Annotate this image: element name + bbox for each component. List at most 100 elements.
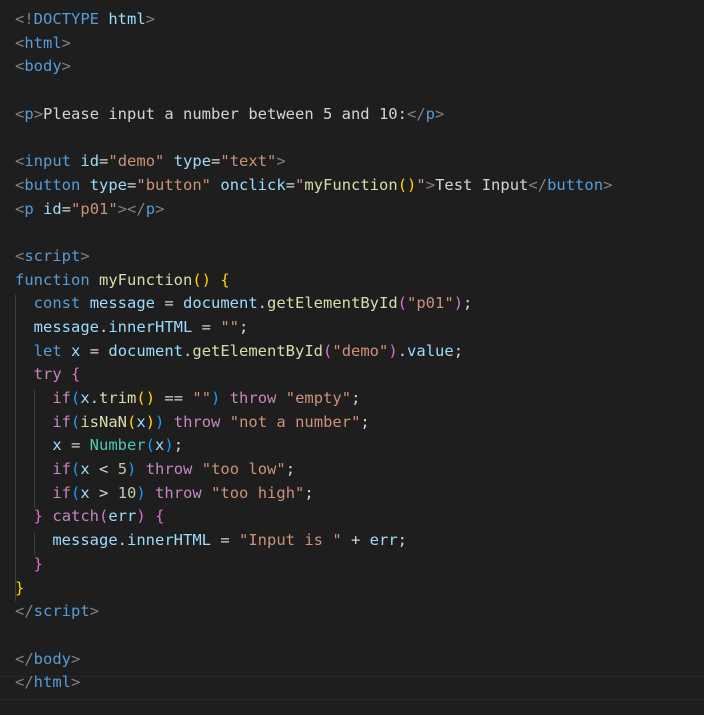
code-token: ": [416, 175, 426, 194]
code-token: </: [15, 649, 34, 668]
code-token: <: [15, 152, 25, 171]
code-token: throw: [229, 389, 277, 407]
code-token: ": [295, 175, 305, 194]
code-token: x: [71, 341, 81, 360]
code-token: (): [136, 389, 156, 407]
code-token: (): [397, 175, 417, 194]
code-token: ;: [239, 317, 249, 336]
code-line[interactable]: [15, 126, 704, 150]
code-token: 5: [117, 460, 128, 479]
code-line[interactable]: <html>: [15, 32, 704, 56]
code-line[interactable]: if(x.trim() == "") throw "empty";: [15, 387, 704, 411]
code-line[interactable]: <!DOCTYPE html>: [15, 8, 704, 32]
code-token: (: [71, 412, 81, 431]
code-token: {: [71, 365, 81, 384]
code-token: ;: [285, 460, 296, 479]
code-line[interactable]: message.innerHTML = "";: [15, 316, 704, 340]
code-token: x: [136, 412, 146, 431]
code-token: =: [99, 152, 109, 171]
code-line[interactable]: [15, 221, 704, 245]
code-token: err: [369, 531, 398, 550]
code-line[interactable]: }: [15, 553, 704, 577]
code-token: "demo": [332, 341, 389, 360]
code-token: Please input a number between 5 and 10:: [43, 104, 407, 123]
code-token: value: [407, 341, 454, 360]
code-token: >: [145, 10, 156, 28]
code-token: >: [89, 602, 100, 621]
code-line[interactable]: <body>: [15, 55, 704, 79]
code-line[interactable]: </body>: [15, 648, 704, 672]
code-token: "": [220, 317, 240, 336]
code-token: =: [285, 175, 296, 194]
code-line[interactable]: if(isNaN(x)) throw "not a number";: [15, 411, 704, 435]
code-token: ): [136, 483, 146, 502]
code-token: "too high": [211, 483, 305, 502]
code-token: }: [15, 578, 25, 597]
code-line[interactable]: let x = document.getElementById("demo").…: [15, 340, 704, 364]
code-token: 10: [117, 483, 137, 502]
code-token: p: [24, 104, 34, 123]
code-token: =: [61, 199, 72, 218]
code-token: x: [80, 460, 90, 479]
code-token: "p01": [71, 199, 118, 218]
code-line[interactable]: </html>: [15, 671, 704, 695]
code-line[interactable]: function myFunction() {: [15, 269, 704, 293]
code-token: "empty": [285, 389, 352, 407]
code-line[interactable]: [15, 79, 704, 103]
code-token: >: [61, 33, 72, 52]
code-token: .: [89, 389, 100, 407]
code-token: type: [173, 152, 212, 171]
code-token: document: [183, 294, 258, 313]
code-token: <: [15, 199, 25, 218]
code-editor[interactable]: <!DOCTYPE html> <html> <body> <p>Please in…: [0, 0, 704, 715]
code-token: ): [164, 436, 174, 455]
code-line[interactable]: if(x > 10) throw "too high";: [15, 482, 704, 506]
code-token: (: [99, 507, 109, 526]
code-token: "button": [136, 175, 212, 194]
code-line[interactable]: [15, 624, 704, 648]
code-token: script: [24, 246, 81, 265]
code-lines: <!DOCTYPE html> <html> <body> <p>Please in…: [15, 8, 704, 695]
code-token: ;: [304, 483, 314, 502]
code-token: ): [145, 412, 156, 431]
code-token: if: [52, 460, 71, 479]
code-line[interactable]: </script>: [15, 600, 704, 624]
code-line[interactable]: message.innerHTML = "Input is " + err;: [15, 529, 704, 553]
code-line[interactable]: <button type="button" onclick="myFunctio…: [15, 174, 704, 198]
code-line[interactable]: <input id="demo" type="text">: [15, 150, 704, 174]
code-token: ;: [397, 531, 407, 550]
code-token: id: [43, 199, 62, 218]
code-token: .: [99, 317, 109, 336]
code-token: button: [547, 175, 604, 194]
code-token: "p01": [407, 294, 454, 313]
code-token: function: [15, 270, 90, 289]
code-token: +: [341, 531, 370, 550]
code-token: innerHTML: [127, 531, 211, 550]
code-token: let: [33, 341, 62, 360]
code-token: .: [257, 294, 268, 313]
code-token: <: [15, 104, 25, 123]
code-line[interactable]: const message = document.getElementById(…: [15, 292, 704, 316]
code-token: <: [89, 460, 118, 479]
code-line[interactable]: } catch(err) {: [15, 505, 704, 529]
code-token: p: [24, 199, 34, 218]
code-line[interactable]: <script>: [15, 245, 704, 269]
code-token: =: [155, 294, 184, 313]
code-line[interactable]: if(x < 5) throw "too low";: [15, 458, 704, 482]
code-line[interactable]: }: [15, 577, 704, 601]
code-line[interactable]: x = Number(x);: [15, 434, 704, 458]
code-line[interactable]: <p>Please input a number between 5 and 1…: [15, 103, 704, 127]
code-line[interactable]: try {: [15, 363, 704, 387]
code-line[interactable]: <p id="p01"></p>: [15, 198, 704, 222]
code-token: .: [397, 341, 408, 360]
code-token: =: [192, 317, 221, 336]
